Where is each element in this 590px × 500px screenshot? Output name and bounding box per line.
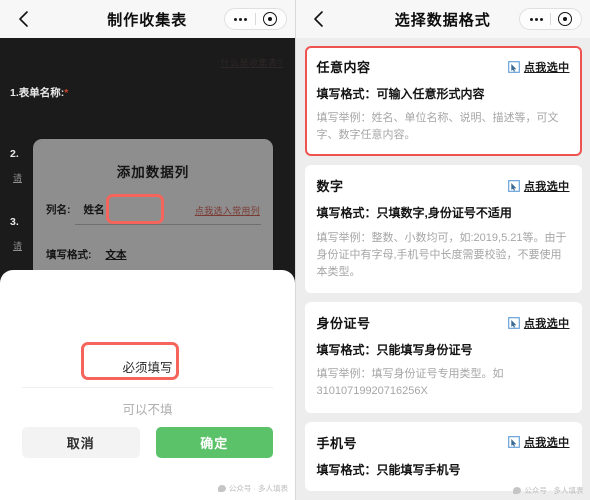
option-must-fill[interactable]: 必须填写: [22, 342, 273, 387]
card-header: 身份证号 点我选中: [317, 313, 570, 332]
cursor-select-icon: [508, 60, 520, 73]
card-example-text: 填写举例：填写身份证号专用类型。如 31010719920716256X: [316, 368, 504, 398]
format-card-number[interactable]: 数字 点我选中 填写格式：只填数字,身份证号不适用 填写举例：整数、小数均可，如…: [304, 165, 582, 294]
sheet-button-row: 取消 确定: [22, 427, 273, 458]
left-phone-panel: 制作收集表 什么是收集表? 1.表单名称:* 2. 请 3. 请 4. 添加数据…: [0, 0, 296, 500]
select-action-label: 点我选中: [523, 61, 570, 74]
form-row-2-hint: 请: [13, 173, 23, 183]
required-option-sheet: 必须填写 可以不填 取消 确定 公众号 · 多人填表: [0, 270, 295, 500]
card-format-text: 填写格式：只能填写身份证号: [316, 343, 473, 358]
right-navbar: 选择数据格式: [295, 0, 590, 39]
form-row-3-hint: 请: [13, 241, 23, 251]
card-example-text: 填写举例：整数、小数均可，如:2019,5.21等。由于身份证中有字母,手机号中…: [316, 231, 567, 278]
form-row-2-label: 2.: [10, 148, 19, 160]
left-capsule-buttons: [223, 8, 287, 30]
option-optional[interactable]: 可以不填: [22, 387, 273, 429]
select-action[interactable]: 点我选中: [508, 178, 570, 194]
card-header: 数字 点我选中: [317, 176, 570, 195]
select-action[interactable]: 点我选中: [508, 315, 570, 331]
card-title: 数字: [316, 179, 344, 195]
data-format-card-list[interactable]: 任意内容 点我选中 填写格式：可输入任意形式内容 填写举例：姓名、单位名称、说明…: [295, 38, 590, 500]
right-phone-panel: 选择数据格式 任意内容 点我选中 填写格式：可输入任意形式内容 填写举例：姓名、…: [295, 0, 590, 500]
card-format-text: 填写格式：只填数字,身份证号不适用: [316, 206, 512, 221]
card-header: 手机号 点我选中: [317, 433, 570, 452]
select-action[interactable]: 点我选中: [508, 434, 570, 450]
format-value[interactable]: 文本: [106, 247, 127, 262]
card-format-text: 填写格式：只能填写手机号: [316, 462, 461, 477]
form-row-1-label: 1.表单名称:*: [10, 87, 69, 99]
card-title: 手机号: [316, 435, 358, 451]
column-name-underline: [74, 224, 261, 225]
watermark-logo-icon: [513, 487, 522, 494]
option-optional-label: 可以不填: [122, 403, 173, 417]
card-title: 任意内容: [316, 60, 371, 75]
target-circle-icon[interactable]: [551, 12, 579, 26]
column-name-label: 列名:: [46, 204, 71, 216]
card-example-text: 填写举例：姓名、单位名称、说明、描述等，可文字、数字任意内容。: [316, 112, 559, 142]
cancel-button[interactable]: 取消: [22, 427, 140, 458]
option-list: 必须填写 可以不填: [22, 342, 273, 429]
right-capsule-buttons: [519, 8, 582, 30]
right-watermark-text: 公众号 · 多人填表: [524, 486, 584, 495]
confirm-button[interactable]: 确定: [155, 427, 273, 458]
select-action-label: 点我选中: [523, 317, 570, 330]
card-header: 任意内容 点我选中: [317, 57, 570, 76]
required-star: *: [64, 87, 69, 99]
right-page-title: 选择数据格式: [394, 11, 491, 29]
card-title: 身份证号: [316, 316, 371, 332]
format-card-id-number[interactable]: 身份证号 点我选中 填写格式：只能填写身份证号 填写举例：填写身份证号专用类型。…: [304, 302, 582, 413]
format-card-phone-number[interactable]: 手机号 点我选中 填写格式：只能填写手机号: [304, 421, 582, 491]
more-dots-icon[interactable]: [227, 17, 255, 21]
pick-common-column-link[interactable]: 点我选入常用列: [195, 204, 260, 217]
left-watermark-text: 公众号 · 多人填表: [228, 484, 288, 493]
select-action[interactable]: 点我选中: [508, 59, 570, 75]
right-watermark: 公众号 · 多人填表: [513, 485, 584, 496]
option-must-fill-label: 必须填写: [122, 361, 173, 375]
left-page-title: 制作收集表: [107, 11, 188, 29]
format-card-any-content[interactable]: 任意内容 点我选中 填写格式：可输入任意形式内容 填写举例：姓名、单位名称、说明…: [304, 46, 582, 157]
back-chevron-icon[interactable]: [14, 10, 32, 28]
cursor-select-icon: [508, 180, 520, 192]
left-watermark: 公众号 · 多人填表: [217, 483, 288, 494]
cursor-select-icon: [508, 316, 520, 329]
back-chevron-icon[interactable]: [310, 10, 328, 28]
left-dimmed-body: 什么是收集表? 1.表单名称:* 2. 请 3. 请 4. 添加数据列 列名: …: [0, 38, 295, 500]
column-name-value[interactable]: 姓名: [75, 199, 122, 220]
select-action-label: 点我选中: [523, 180, 570, 193]
form-row-3-label: 3.: [10, 216, 19, 228]
dual-phone-screenshot: 制作收集表 什么是收集表? 1.表单名称:* 2. 请 3. 请 4. 添加数据…: [0, 0, 590, 500]
card-format-text: 填写格式：可输入任意形式内容: [316, 87, 485, 101]
select-action-label: 点我选中: [523, 437, 570, 449]
format-label: 填写格式:: [46, 249, 92, 261]
format-row: 填写格式: 文本: [46, 247, 273, 262]
target-circle-icon[interactable]: [256, 12, 284, 26]
watermark-logo-icon: [217, 485, 226, 492]
cursor-select-icon: [508, 436, 520, 448]
modal-title: 添加数据列: [116, 165, 190, 180]
more-dots-icon[interactable]: [522, 17, 550, 21]
left-navbar: 制作收集表: [0, 0, 295, 39]
